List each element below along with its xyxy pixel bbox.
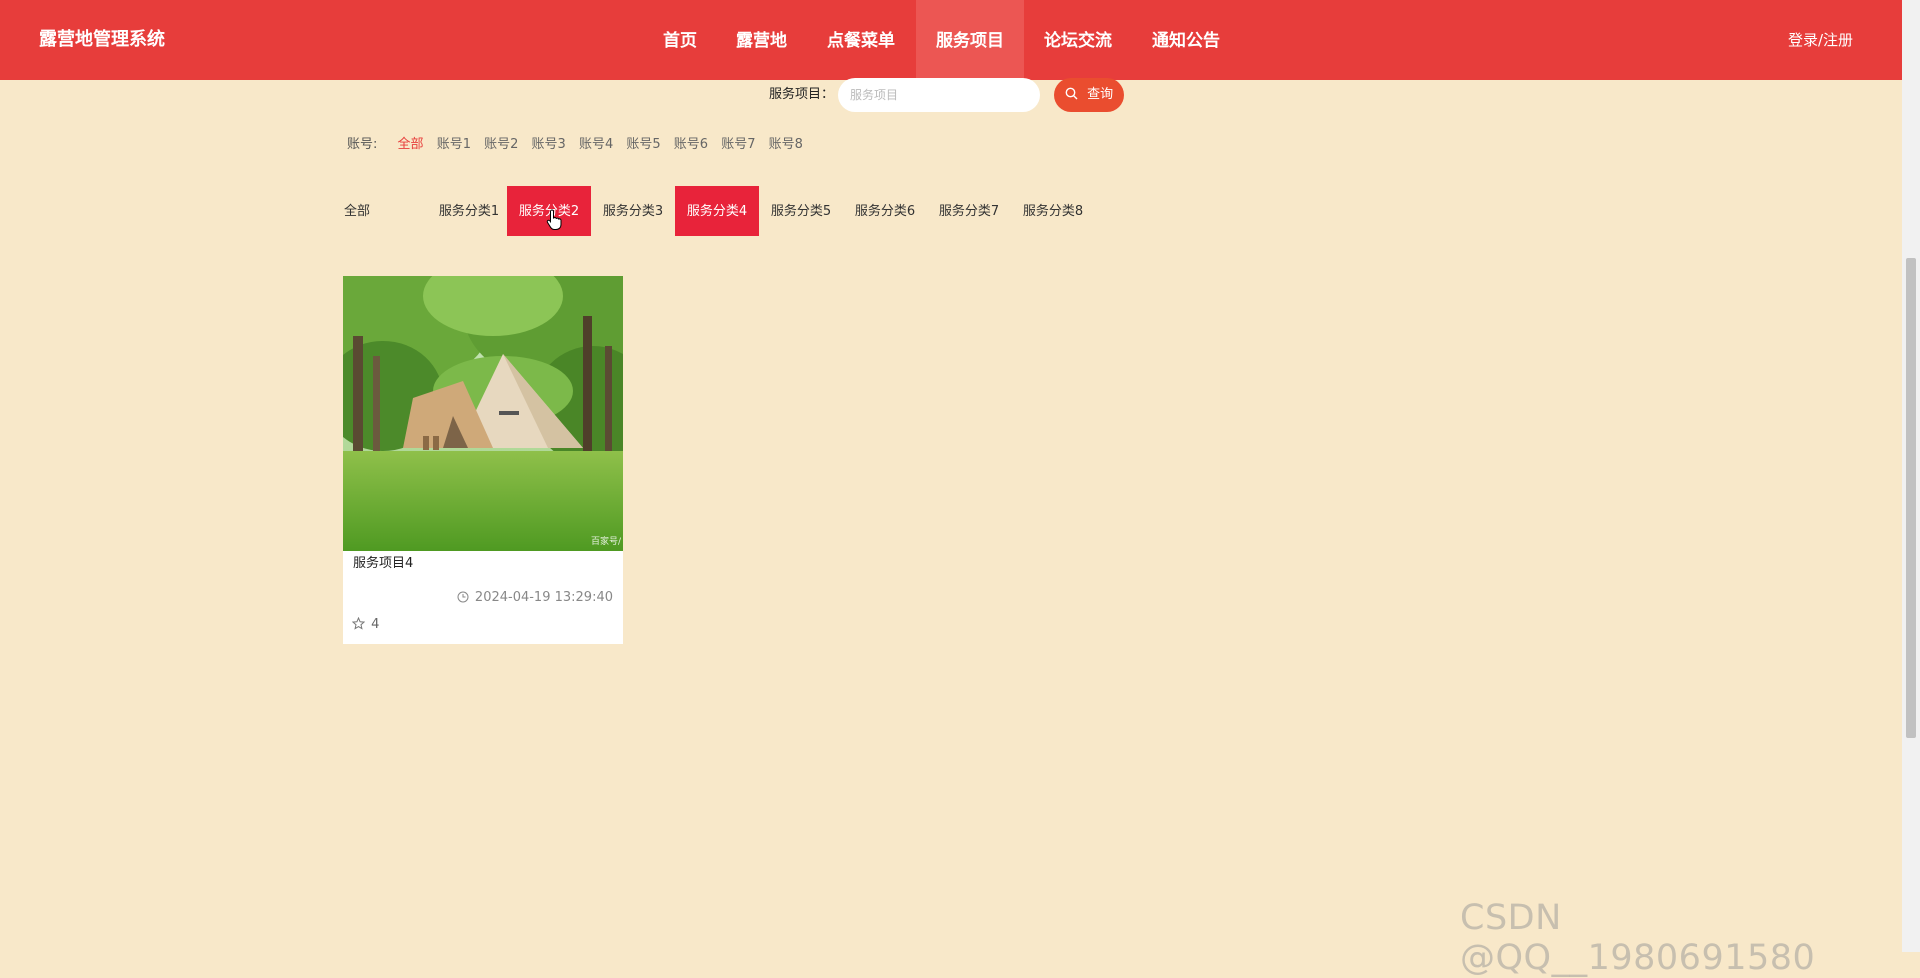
- account-option-all[interactable]: 全部: [398, 134, 424, 156]
- service-item-time-text: 2024-04-19 13:29:40: [474, 590, 613, 605]
- nav-home[interactable]: 首页: [647, 0, 713, 80]
- category-option-6[interactable]: 服务分类6: [843, 186, 927, 236]
- account-option-7[interactable]: 账号7: [721, 134, 755, 156]
- scrollbar-thumb[interactable]: [1906, 258, 1916, 738]
- category-option-1[interactable]: 服务分类1: [427, 186, 511, 236]
- account-option-6[interactable]: 账号6: [674, 134, 708, 156]
- category-option-8[interactable]: 服务分类8: [1011, 186, 1095, 236]
- nav-menu[interactable]: 点餐菜单: [815, 0, 907, 80]
- account-option-1[interactable]: 账号1: [437, 134, 471, 156]
- csdn-watermark: CSDN @QQ__1980691580: [1460, 898, 1816, 978]
- account-option-5[interactable]: 账号5: [626, 134, 660, 156]
- search-input[interactable]: [838, 78, 1040, 112]
- category-option-all[interactable]: 全部: [344, 186, 388, 236]
- service-item-image[interactable]: 百家号/: [343, 276, 623, 551]
- category-option-4[interactable]: 服务分类4: [675, 186, 759, 236]
- nav-forum[interactable]: 论坛交流: [1032, 0, 1124, 80]
- top-navigation-bar: 露营地管理系统 首页 露营地 点餐菜单 服务项目 论坛交流 通知公告 登录/注册: [0, 0, 1902, 80]
- service-item-time: 2024-04-19 13:29:40: [457, 588, 613, 608]
- search-button[interactable]: 查询: [1054, 78, 1124, 112]
- search-label: 服务项目：: [769, 87, 835, 102]
- service-item-likes-count: 4: [371, 617, 380, 632]
- account-option-3[interactable]: 账号3: [532, 134, 566, 156]
- category-option-3[interactable]: 服务分类3: [591, 186, 675, 236]
- account-option-2[interactable]: 账号2: [484, 134, 518, 156]
- service-item-likes: 4: [351, 615, 380, 635]
- pointer-cursor-icon: [546, 209, 564, 235]
- service-item-card[interactable]: 百家号/ 服务项目4 2024-04-19 13:29:40 4: [343, 276, 623, 644]
- category-option-5[interactable]: 服务分类5: [759, 186, 843, 236]
- star-icon[interactable]: [351, 616, 371, 632]
- account-option-8[interactable]: 账号8: [769, 134, 803, 156]
- login-register-link[interactable]: 登录/注册: [1788, 0, 1853, 80]
- vertical-scrollbar[interactable]: [1902, 0, 1920, 952]
- search-button-label: 查询: [1087, 87, 1114, 102]
- nav-notices[interactable]: 通知公告: [1140, 0, 1232, 80]
- nav-service-items[interactable]: 服务项目: [916, 0, 1024, 80]
- nav-campsite[interactable]: 露营地: [723, 0, 800, 80]
- account-filter-label: 账号:: [347, 137, 378, 152]
- clock-icon: [457, 590, 475, 605]
- image-watermark: 百家号/: [590, 537, 621, 547]
- account-filter: 账号: 全部 账号1 账号2 账号3 账号4 账号5 账号6 账号7 账号8: [347, 134, 812, 156]
- service-item-title[interactable]: 服务项目4: [353, 554, 413, 574]
- main-nav: 首页 露营地 点餐菜单 服务项目 论坛交流 通知公告: [0, 0, 1902, 80]
- account-option-4[interactable]: 账号4: [579, 134, 613, 156]
- category-option-7[interactable]: 服务分类7: [927, 186, 1011, 236]
- search-icon: [1065, 87, 1087, 102]
